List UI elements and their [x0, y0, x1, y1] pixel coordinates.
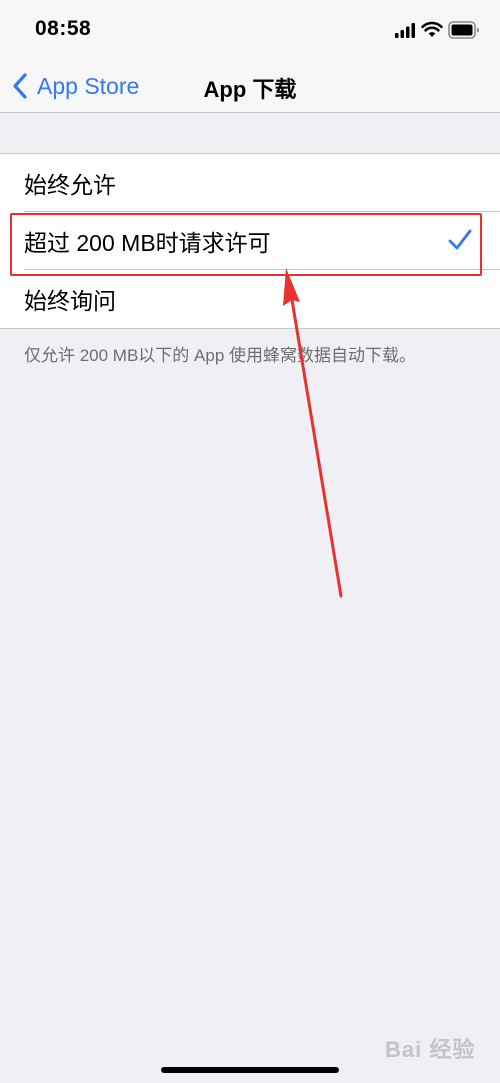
download-options-list: 始终允许 超过 200 MB时请求许可 始终询问: [0, 153, 500, 329]
watermark-logo: Bai 经验: [385, 1037, 476, 1062]
footer-note: 仅允许 200 MB以下的 App 使用蜂窝数据自动下载。: [24, 346, 417, 365]
status-bar: 08:58: [0, 0, 500, 60]
option-label: 超过 200 MB时请求许可: [24, 230, 271, 256]
wifi-icon: [421, 21, 443, 37]
screen: 08:58 App Store App 下载 始终允许 超过 200 MB时请求…: [0, 0, 500, 1083]
signal-icon: [395, 23, 415, 38]
option-always-allow[interactable]: 始终允许: [0, 154, 500, 212]
option-ask-over-200mb[interactable]: 超过 200 MB时请求许可: [0, 212, 500, 270]
navigation-bar: App Store App 下载: [0, 60, 500, 113]
page-title: App 下载: [203, 77, 297, 102]
option-always-ask[interactable]: 始终询问: [0, 270, 500, 328]
home-indicator[interactable]: [161, 1067, 339, 1073]
battery-icon: [448, 21, 479, 39]
option-label: 始终询问: [24, 288, 116, 314]
checkmark-icon: [448, 229, 472, 250]
status-time: 08:58: [35, 17, 92, 40]
option-label: 始终允许: [24, 172, 116, 198]
